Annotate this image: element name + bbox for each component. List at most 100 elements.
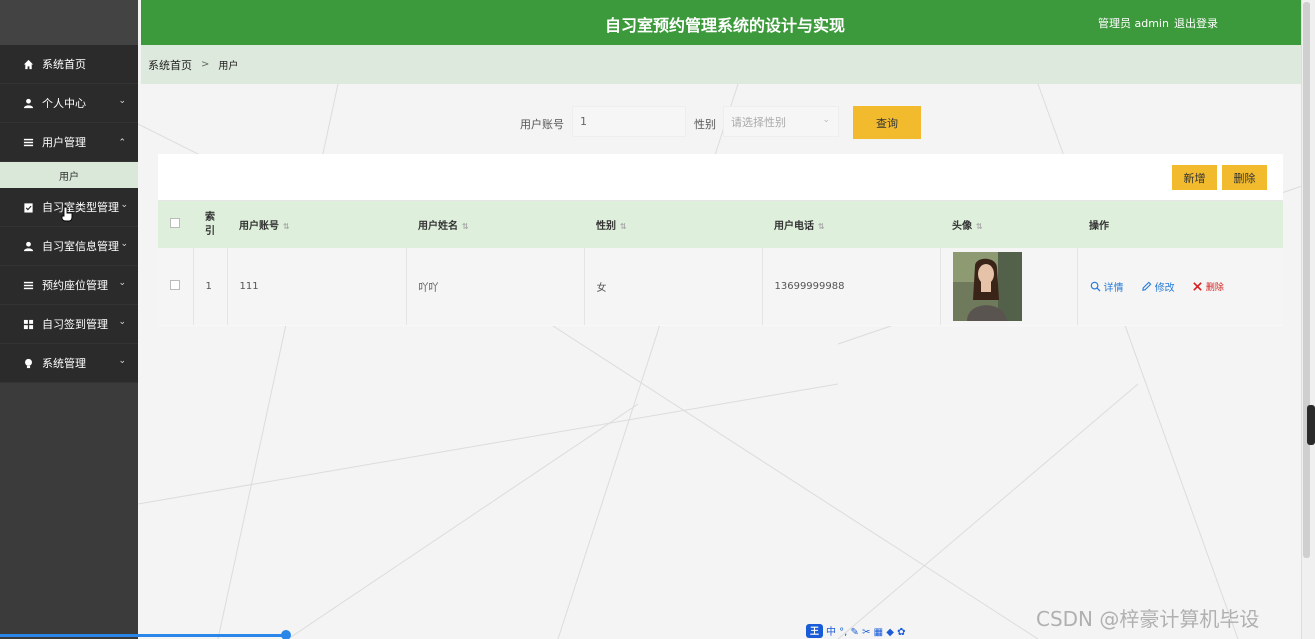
col-name[interactable]: 用户姓名 ⇅ <box>406 201 584 248</box>
cell-phone: 13699999988 <box>762 248 941 325</box>
list-icon <box>22 279 34 291</box>
sidebar-item-home[interactable]: 系统首页 <box>0 45 138 84</box>
sidebar-item-label: 预约座位管理 <box>42 279 108 292</box>
home-icon <box>22 58 34 70</box>
detail-label: 详情 <box>1103 282 1124 294</box>
sort-icon[interactable]: ⇅ <box>976 222 983 231</box>
clipboard-icon <box>22 201 34 213</box>
gender-select-placeholder: 请选择性别 <box>731 115 786 129</box>
bulb-icon <box>22 357 34 369</box>
sidebar-item-system[interactable]: 系统管理 ⌄ <box>0 344 138 383</box>
table-toolbar: 新增 删除 <box>158 154 1283 201</box>
chevron-down-icon: ⌄ <box>118 96 126 106</box>
col-account-label: 用户账号 <box>239 221 279 232</box>
col-account[interactable]: 用户账号 ⇅ <box>227 201 406 248</box>
gender-label: 性别 <box>694 118 716 131</box>
col-avatar-label: 头像 <box>952 221 972 232</box>
sidebar-subitem-label: 用户 <box>59 171 79 183</box>
user-icon <box>22 240 34 252</box>
sidebar-item-label: 个人中心 <box>42 97 86 110</box>
breadcrumb-separator: > <box>201 59 210 70</box>
add-button[interactable]: 新增 <box>1172 165 1217 190</box>
chevron-down-icon: ⌄ <box>118 278 126 288</box>
sidebar-item-label: 系统管理 <box>42 357 86 370</box>
ime-logo-icon[interactable]: 王 <box>806 623 823 638</box>
col-index: 索 引 <box>193 201 227 248</box>
table-row: 1 111 吖吖 女 13699999988 详情 修改 删除 <box>158 248 1283 325</box>
chevron-down-icon: ⌄ <box>118 356 126 366</box>
sidebar-item-room-info[interactable]: 自习室信息管理 ⌄ <box>0 227 138 266</box>
ime-toolbar[interactable]: 王 中 °, ✎ ✂ ▦ ◆ ✿ <box>806 623 906 638</box>
users-table: 索 引 用户账号 ⇅ 用户姓名 ⇅ 性别 ⇅ 用户电话 ⇅ 头像 ⇅ 操作 1 111 吖… <box>158 201 1283 325</box>
chevron-down-icon: ⌄ <box>120 239 128 249</box>
col-name-label: 用户姓名 <box>418 221 458 232</box>
detail-link[interactable]: 详情 <box>1090 279 1124 294</box>
top-header: 自习室预约管理系统的设计与实现 管理员 admin 退出登录 <box>141 0 1301 45</box>
sidebar-item-checkin[interactable]: 自习签到管理 ⌄ <box>0 305 138 344</box>
chevron-down-icon: ⌄ <box>120 200 128 210</box>
cell-account: 111 <box>227 248 407 325</box>
select-all-checkbox[interactable] <box>170 218 180 228</box>
sidebar-item-label: 自习室信息管理 <box>42 240 119 253</box>
grid-icon <box>22 318 34 330</box>
row-checkbox[interactable] <box>170 280 180 290</box>
sidebar-item-personal-center[interactable]: 个人中心 ⌄ <box>0 84 138 123</box>
sidebar: 系统首页 个人中心 ⌄ 用户管理 ⌃ 用户 自习室类型管理 ⌄ 自习室信息管理 … <box>0 0 138 639</box>
current-user-label: 管理员 admin <box>1098 17 1169 30</box>
edit-icon <box>1141 281 1152 291</box>
col-ops: 操作 <box>1077 201 1283 248</box>
cell-gender: 女 <box>584 248 763 325</box>
video-progress-knob[interactable] <box>281 630 291 639</box>
sidebar-item-label: 用户管理 <box>42 136 86 149</box>
sidebar-item-label: 自习签到管理 <box>42 318 108 331</box>
delete-label: 删除 <box>1205 282 1224 293</box>
account-search-input[interactable]: 1 <box>572 106 686 137</box>
delete-link[interactable]: 删除 <box>1192 280 1224 293</box>
ime-tools[interactable]: 中 °, ✎ ✂ ▦ ◆ ✿ <box>826 623 906 638</box>
chevron-up-icon: ⌃ <box>118 138 126 148</box>
col-gender[interactable]: 性别 ⇅ <box>584 201 762 248</box>
watermark: CSDN @梓豪计算机毕设 <box>1036 607 1260 631</box>
sidebar-item-label: 自习室类型管理 <box>42 201 119 214</box>
search-icon <box>1090 281 1101 292</box>
sort-icon[interactable]: ⇅ <box>818 222 825 231</box>
scrollbar-thumb[interactable] <box>1303 2 1310 558</box>
table-panel: 新增 删除 索 引 用户账号 ⇅ 用户姓名 ⇅ 性别 ⇅ 用户电话 ⇅ 头像 ⇅ 操作 <box>158 154 1283 326</box>
sort-icon[interactable]: ⇅ <box>462 222 469 231</box>
breadcrumb-home[interactable]: 系统首页 <box>148 57 192 73</box>
breadcrumb-current: 用户 <box>218 61 239 72</box>
side-tab-handle[interactable] <box>1307 405 1315 445</box>
video-progress-bar[interactable] <box>0 634 288 637</box>
cell-name: 吖吖 <box>406 248 585 325</box>
col-avatar[interactable]: 头像 ⇅ <box>940 201 1077 248</box>
logout-link[interactable]: 退出登录 <box>1174 15 1218 31</box>
account-label: 用户账号 <box>520 118 564 131</box>
sidebar-item-user-management[interactable]: 用户管理 ⌃ <box>0 123 138 162</box>
query-button[interactable]: 查询 <box>853 106 921 139</box>
mouse-cursor-icon <box>61 206 73 222</box>
cell-index: 1 <box>193 248 228 325</box>
chevron-down-icon: ⌄ <box>822 115 830 125</box>
sidebar-subitem-users[interactable]: 用户 <box>0 162 138 188</box>
delete-button[interactable]: 删除 <box>1222 165 1267 190</box>
sidebar-logo-area <box>0 0 138 45</box>
gender-select[interactable]: 请选择性别 ⌄ <box>723 106 839 137</box>
cell-ops: 详情 修改 删除 <box>1077 248 1283 325</box>
col-index-line1: 索 <box>205 211 215 223</box>
sort-icon[interactable]: ⇅ <box>620 222 627 231</box>
row-select-cell[interactable] <box>158 248 194 325</box>
sort-icon[interactable]: ⇅ <box>283 222 290 231</box>
close-icon <box>1193 281 1202 291</box>
user-avatar-image[interactable] <box>952 252 1022 321</box>
col-phone-label: 用户电话 <box>774 221 814 232</box>
col-phone[interactable]: 用户电话 ⇅ <box>762 201 940 248</box>
select-all-cell[interactable] <box>158 201 193 248</box>
col-gender-label: 性别 <box>596 221 616 232</box>
edit-label: 修改 <box>1154 282 1175 294</box>
sidebar-item-seat-booking[interactable]: 预约座位管理 ⌄ <box>0 266 138 305</box>
chevron-down-icon: ⌄ <box>118 317 126 327</box>
col-index-line2: 引 <box>205 225 215 237</box>
cell-avatar <box>940 248 1078 325</box>
user-icon <box>22 97 34 109</box>
edit-link[interactable]: 修改 <box>1141 279 1175 294</box>
